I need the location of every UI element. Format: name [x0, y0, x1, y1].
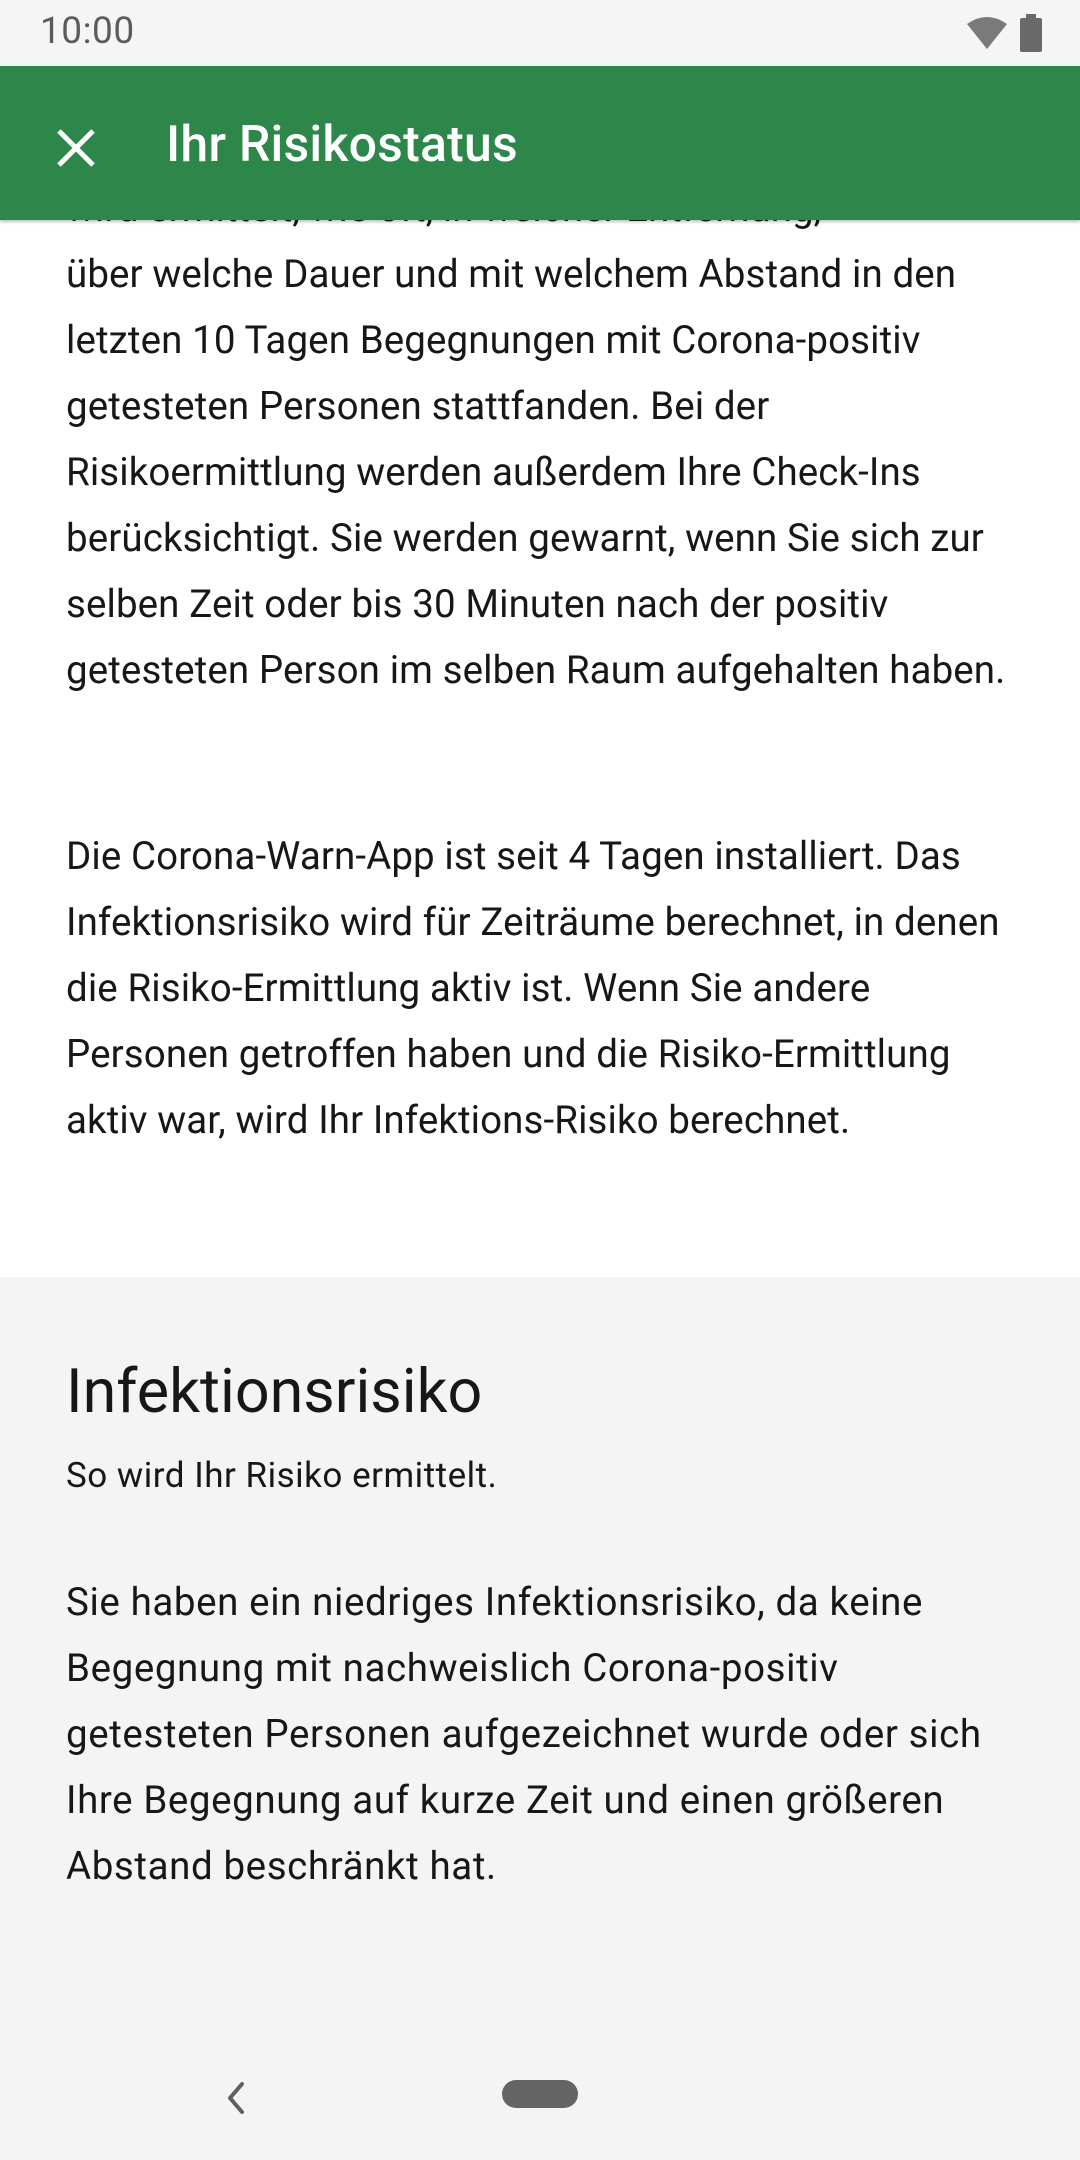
close-icon [57, 129, 95, 167]
status-time: 10:00 [40, 10, 135, 53]
section-subtitle: So wird Ihr Risiko ermittelt. [66, 1455, 498, 1496]
risk-info-section: wird ermittelt, wie oft, in welcher Entf… [0, 220, 1080, 1277]
battery-icon [1020, 14, 1042, 52]
home-pill[interactable] [502, 2080, 578, 2108]
low-risk-paragraph: Sie haben ein niedriges Infektionsrisiko… [66, 1580, 982, 1889]
risk-detection-paragraph: über welche Dauer und mit welchem Abstan… [66, 252, 1006, 693]
back-icon[interactable] [216, 2072, 256, 2124]
navigation-bar [0, 2040, 1080, 2160]
section-heading: Infektionsrisiko [66, 1355, 483, 1427]
scroll-content[interactable]: wird ermittelt, wie oft, in welcher Entf… [0, 220, 1080, 2160]
status-bar: 10:00 [0, 0, 1080, 66]
app-installed-paragraph: Die Corona-Warn-App ist seit 4 Tagen ins… [66, 834, 1000, 1143]
close-button[interactable] [36, 108, 116, 188]
app-toolbar: Ihr Risikostatus [0, 66, 1080, 220]
wifi-icon [967, 17, 1007, 49]
status-icons [966, 14, 1042, 52]
partial-top-line: wird ermittelt, wie oft, in welcher Entf… [66, 220, 821, 242]
toolbar-title: Ihr Risikostatus [166, 116, 518, 174]
